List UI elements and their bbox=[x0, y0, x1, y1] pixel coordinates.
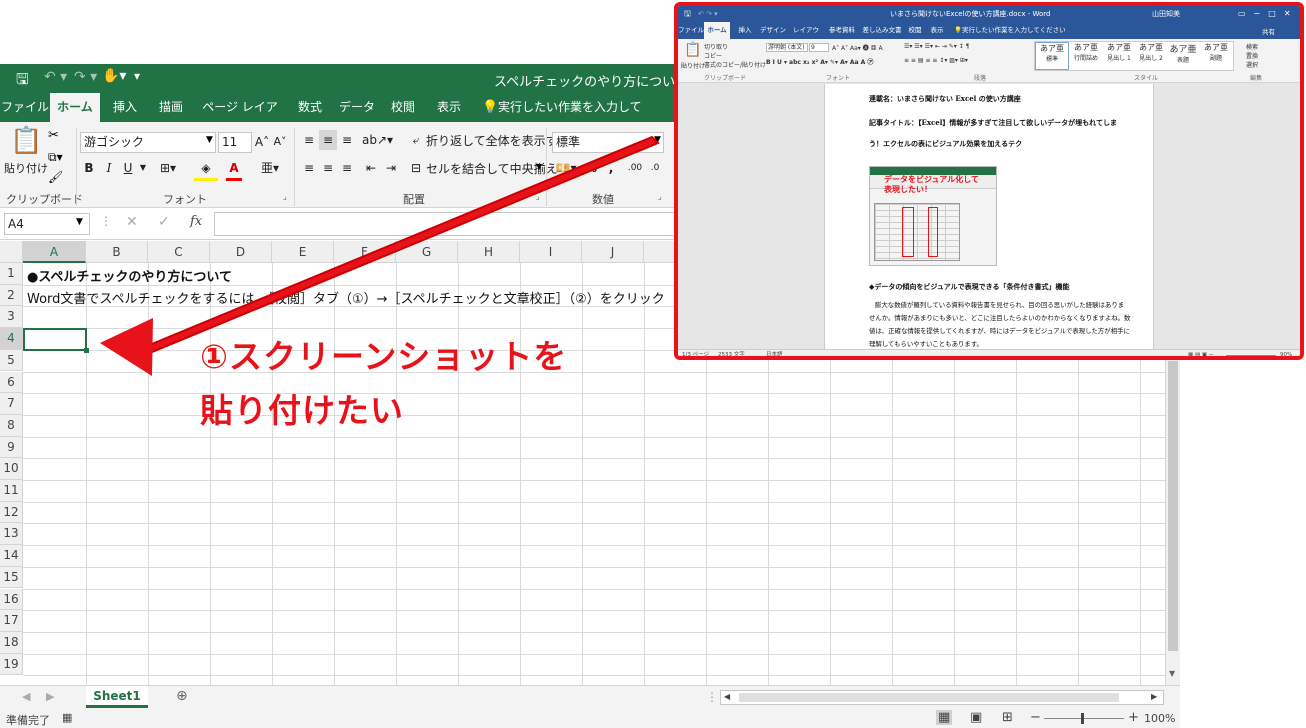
zoom-slider[interactable] bbox=[1226, 355, 1276, 356]
style-item[interactable]: あア亜 標準 bbox=[1035, 42, 1069, 70]
tab-insert[interactable]: 挿入 bbox=[734, 22, 756, 39]
group-label-font: フォント bbox=[826, 75, 851, 82]
format-painter-button[interactable]: 書式のコピー/貼り付け bbox=[704, 60, 766, 69]
word-screenshot: 🖫 ↶ ↷ ▾ いまさら聞けないExcelの使い方講座.docx - Word … bbox=[674, 2, 1304, 360]
tab-references[interactable]: 参考資料 bbox=[826, 22, 858, 39]
group-label-paragraph: 段落 bbox=[974, 75, 987, 82]
annotation-line2: 貼り付けたい bbox=[200, 391, 404, 430]
window-controls-icon[interactable]: ▭−□✕ bbox=[1238, 6, 1299, 22]
view-icons[interactable]: ▦ ▤ ▣ − bbox=[1188, 350, 1213, 356]
tab-mailings[interactable]: 差し込み文書 bbox=[862, 22, 902, 39]
doc-paragraph-line: 膨大な数値が羅列している資料や報告書を見せられ、目の回る思いがした経験はありま bbox=[875, 301, 1125, 309]
tab-home[interactable]: ホーム bbox=[704, 22, 730, 39]
language: 日本語 bbox=[766, 352, 783, 358]
style-item[interactable]: あア亜 副題 bbox=[1199, 42, 1233, 70]
doc-paragraph-line: せんか。情報があまりにも多いと、どこに注目したらよいのかわからなくなりますよね。… bbox=[869, 314, 1131, 322]
copy-button[interactable]: コピー bbox=[704, 51, 722, 60]
doc-line: 連載名：いまさら聞けない Excel の使い方講座 bbox=[869, 94, 1021, 103]
cut-button[interactable]: 切り取り bbox=[704, 42, 728, 51]
doc-heading: ◆データの傾向をビジュアルで表現できる「条件付き書式」機能 bbox=[869, 282, 1070, 291]
paste-icon[interactable]: 📋 bbox=[684, 42, 701, 58]
doc-line: う！エクセルの表にビジュアル効果を加えるテク bbox=[869, 139, 1023, 148]
doc-line: 記事タイトル：【Excel】情報が多すぎて注目して欲しいデータが埋もれてしま bbox=[869, 118, 1117, 127]
tab-layout[interactable]: レイアウト bbox=[790, 22, 822, 51]
tab-file[interactable]: ファイル bbox=[678, 22, 704, 39]
word-status-bar: 1/3 ページ 2533 文字 日本語 ▦ ▤ ▣ − 90% bbox=[678, 349, 1300, 358]
style-item[interactable]: あア亜 行間詰め bbox=[1069, 42, 1103, 70]
save-icon[interactable]: 🖫 bbox=[684, 6, 691, 22]
find-button[interactable]: 検索 bbox=[1246, 42, 1258, 51]
tab-design[interactable]: デザイン bbox=[760, 22, 786, 39]
zoom-level[interactable]: 90% bbox=[1280, 350, 1292, 356]
annotation-line1: ①スクリーンショットを bbox=[200, 337, 568, 376]
word-ribbon-tabs: ファイル ホーム 挿入 デザイン レイアウト 参考資料 差し込み文書 校閲 表示… bbox=[678, 22, 1300, 51]
tab-review[interactable]: 校閲 bbox=[906, 22, 924, 39]
tell-me-box[interactable]: 実行したい作業を入力してください bbox=[962, 22, 1072, 39]
paste-button[interactable]: 貼り付け bbox=[681, 61, 705, 70]
group-label-editing: 編集 bbox=[1250, 75, 1263, 82]
style-item[interactable]: あア亜 表題 bbox=[1167, 42, 1199, 70]
alignment-tools-icon[interactable]: ≡ ≡ ▤ ≡ ≡ ↕▾ ▨▾ ⊞▾ bbox=[904, 57, 968, 64]
annotation-text: ①スクリーンショットを 貼り付けたい bbox=[200, 330, 567, 438]
doc-paragraph-line: 理解してもらいやすいこともあります。 bbox=[869, 340, 983, 348]
word-count: 2533 文字 bbox=[718, 352, 745, 358]
undo-icon[interactable]: ↶ ↷ ▾ bbox=[698, 6, 718, 22]
style-item[interactable]: あア亜 見出し 1 bbox=[1103, 42, 1135, 70]
replace-button[interactable]: 置換 bbox=[1246, 51, 1258, 60]
style-item[interactable]: あア亜 見出し 2 bbox=[1135, 42, 1167, 70]
arrow-head bbox=[100, 318, 153, 376]
user-name: 山田知美 bbox=[1152, 10, 1180, 18]
font-name-select[interactable]: 游明朝 (本文) bbox=[766, 43, 808, 52]
lightbulb-icon: 💡 bbox=[954, 26, 963, 34]
screenshot-root: 🖫 ↶ ▾ ↷ ▾ ✋▾ ▾ スペルチェックのやり方について.xlsx - Ex… bbox=[0, 0, 1306, 728]
word-titlebar: 🖫 ↶ ↷ ▾ いまさら聞けないExcelの使い方講座.docx - Word … bbox=[678, 6, 1300, 22]
image-caption: データをビジュアル化して表現したい！ bbox=[884, 175, 979, 194]
font-size-select[interactable]: 9 bbox=[809, 43, 829, 52]
page-count: 1/3 ページ bbox=[682, 352, 709, 358]
tab-view[interactable]: 表示 bbox=[928, 22, 946, 39]
word-document-page: 連載名：いまさら聞けない Excel の使い方講座 記事タイトル：【Excel】… bbox=[824, 84, 1154, 354]
share-button[interactable]: 共有 bbox=[1262, 26, 1275, 36]
paragraph-tools-icon[interactable]: ☰▾ ☰▾ ☰▾ ⇤ ⇥ ✎▾ ↕ ¶ bbox=[904, 43, 969, 50]
doc-paragraph-line: 値は、正確な情報を提供してくれますが、時にはデータをビジュアルで表現した方が相手… bbox=[869, 327, 1130, 335]
select-button[interactable]: 選択 bbox=[1246, 60, 1258, 69]
embedded-screenshot-image: データをビジュアル化して表現したい！ bbox=[869, 166, 997, 266]
word-ribbon: 📋 貼り付け 切り取り コピー 書式のコピー/貼り付け クリップボード 游明朝 … bbox=[678, 39, 1300, 83]
group-label-clipboard: クリップボード bbox=[704, 75, 747, 82]
style-gallery[interactable]: あア亜 標準 あア亜 行間詰め あア亜 見出し 1 あア亜 見出し 2 あア亜 表題 あア… bbox=[1034, 41, 1234, 71]
format-buttons-icon[interactable]: B I U ▾ abc x₂ x² A▾ ✎▾ A▾ Aa A ㋐ bbox=[766, 57, 873, 66]
group-label-styles: スタイル bbox=[1134, 75, 1159, 82]
font-tools-icon[interactable]: A˄ A˅ Aa▾ 🅐 亜 A bbox=[832, 43, 883, 52]
word-window-title: いまさら聞けないExcelの使い方講座.docx - Word bbox=[890, 10, 1051, 18]
